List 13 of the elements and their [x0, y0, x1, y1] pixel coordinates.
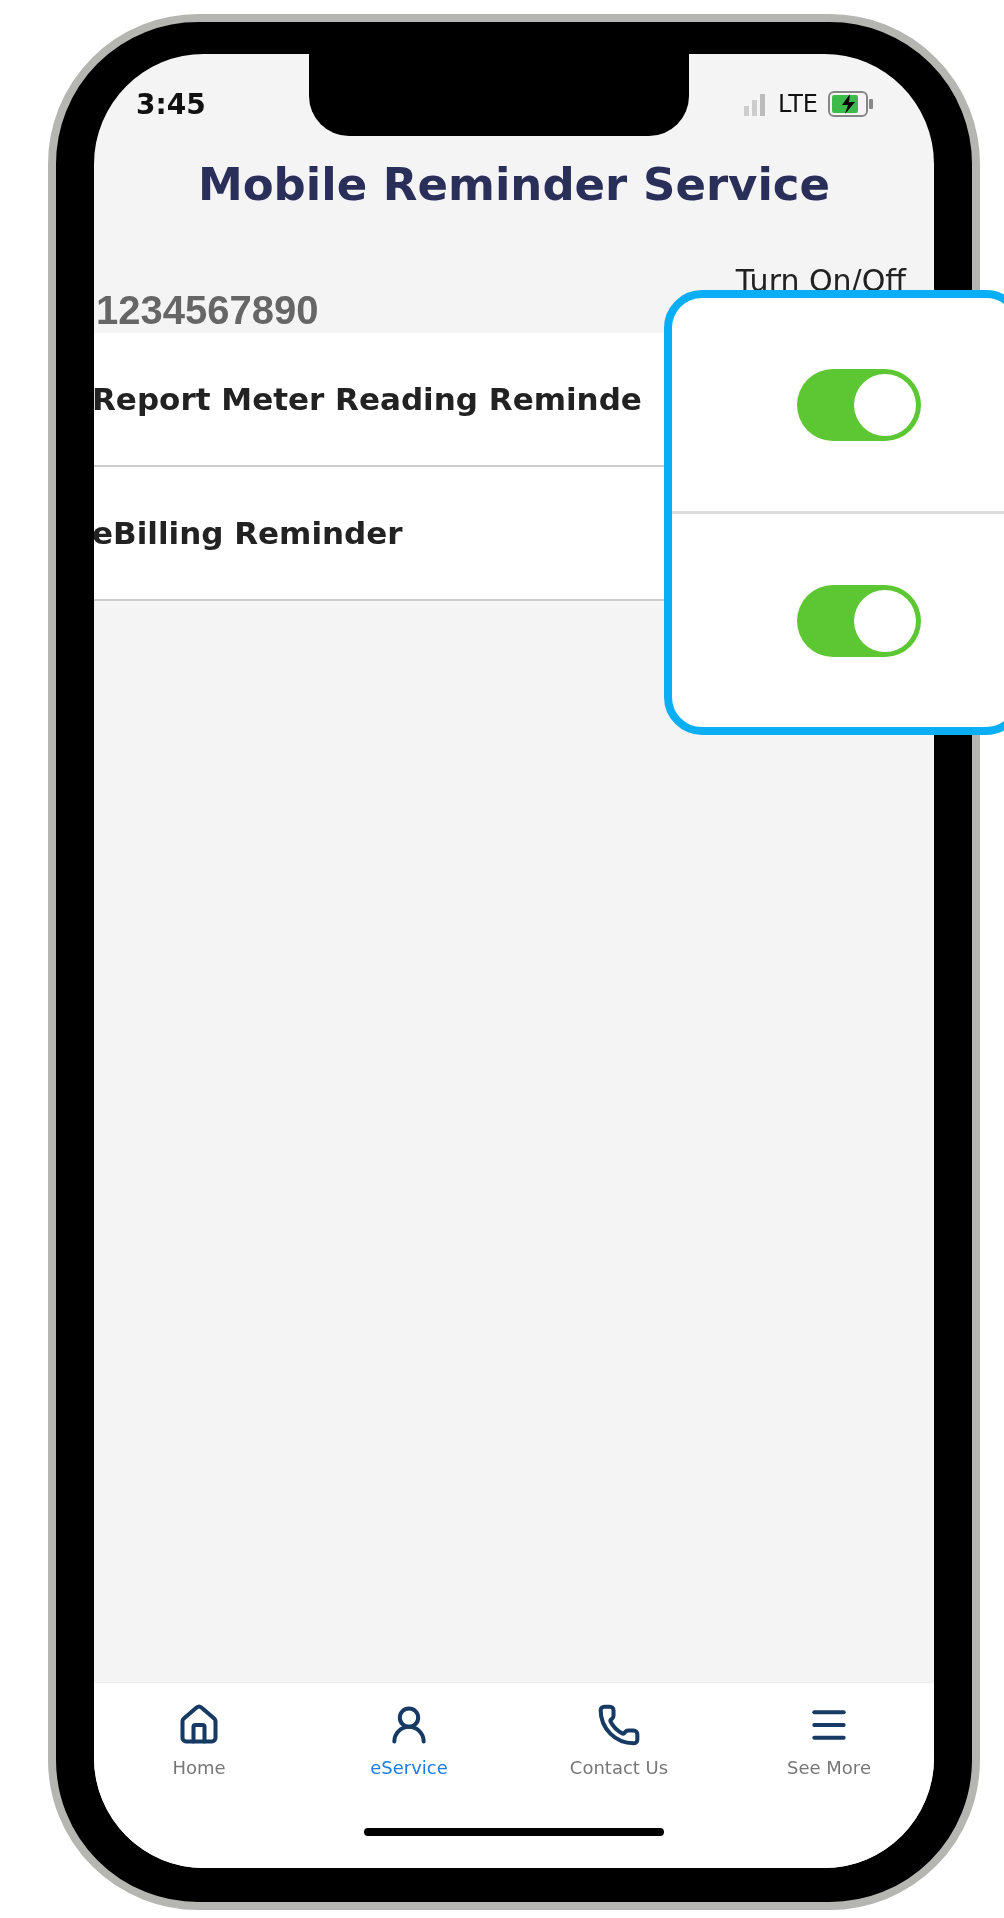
status-time: 3:45	[136, 87, 206, 121]
nav-tab[interactable]: Contact Us	[514, 1683, 724, 1808]
reminder-label: eBilling Reminder	[94, 515, 403, 551]
battery-charging-icon	[828, 91, 874, 117]
nav-tab[interactable]: See More	[724, 1683, 934, 1808]
reminder-label: Report Meter Reading Reminde	[94, 381, 642, 417]
home-icon	[177, 1703, 221, 1747]
phone-icon	[597, 1703, 641, 1747]
column-header: Turn On/Off	[735, 263, 906, 298]
nav-tab[interactable]: Home	[94, 1683, 304, 1808]
nav-tab[interactable]: eService	[304, 1683, 514, 1808]
network-label: LTE	[778, 90, 818, 118]
page-title: Mobile Reminder Service	[196, 158, 832, 211]
